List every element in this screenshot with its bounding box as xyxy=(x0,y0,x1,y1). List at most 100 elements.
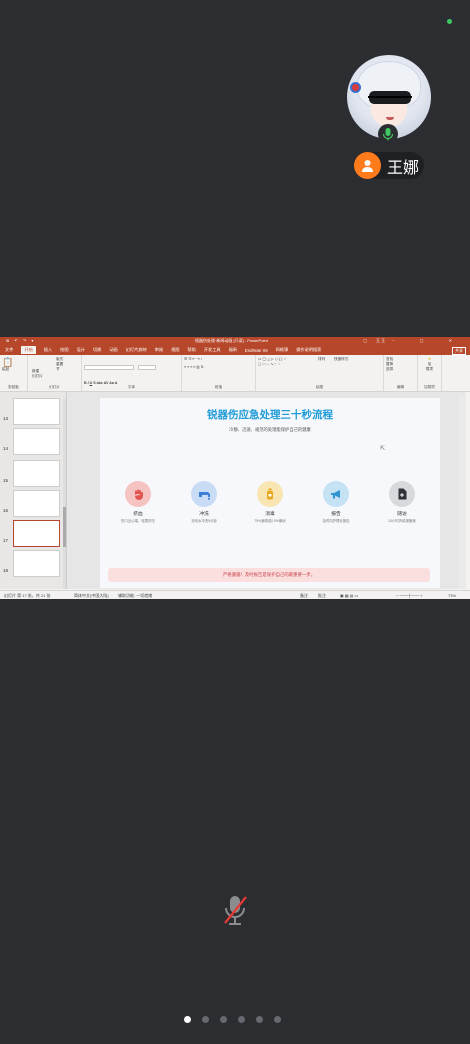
section-button[interactable]: 节 xyxy=(56,367,79,372)
slide-thumbnail[interactable] xyxy=(13,398,60,425)
arrange-button[interactable]: 排列 xyxy=(318,357,325,362)
tab-1[interactable]: 开始 xyxy=(21,346,36,354)
slide-banner: 严格遵循！及时报告是保护自己的最重要一步。 xyxy=(108,568,430,582)
ribbon: 📋 粘贴 剪贴板 版式 重置 节 新建 幻灯片 幻灯片 B I U S abc … xyxy=(0,355,470,392)
slide-thumbnail-pane[interactable]: 13 14 15 16 17 18 xyxy=(0,392,67,589)
list-buttons[interactable]: ☰ ☷ ⇤ ⇥ ↕ xyxy=(184,357,253,362)
tab-4[interactable]: 设计 xyxy=(77,347,85,353)
page-dot[interactable] xyxy=(256,1016,263,1023)
hand-icon xyxy=(125,481,151,507)
thumbnail-number: 13 xyxy=(3,416,9,421)
mouse-cursor-icon: ⇱ xyxy=(380,446,386,452)
slide-thumbnail[interactable] xyxy=(13,490,60,517)
document-icon xyxy=(389,481,415,507)
thumbnail-number: 18 xyxy=(3,568,9,573)
group-addins: ★ 加 载项 加载项 xyxy=(418,355,442,391)
thumbnail-number: 15 xyxy=(3,478,9,483)
thumbnail-number: 16 xyxy=(3,508,9,513)
window-title: 锐器伤处理·新闻动画 [只读] - PowerPoint xyxy=(195,338,268,343)
slide-thumbnail[interactable] xyxy=(13,520,60,547)
step-description: 75%酒精或0.5%碘伏 xyxy=(254,519,286,523)
shapes-gallery-row2[interactable]: ▢ ⬭ ⌒ ↘ ⌐ ♢ xyxy=(258,362,381,367)
participant-name: 王娜 xyxy=(387,159,420,177)
tab-13[interactable]: EndNote X9 xyxy=(245,348,268,353)
comments-button[interactable]: 批注 xyxy=(318,593,326,599)
tab-6[interactable]: 动画 xyxy=(109,347,117,353)
process-step: 报告 及时向护理长报告 xyxy=(306,481,366,523)
tab-12[interactable]: 福昕 xyxy=(229,347,237,353)
ppt-status-bar: 幻灯片 第 17 张，共 21 张 简体中文(中国大陆) 辅助功能: 一切就绪 … xyxy=(0,590,470,599)
process-step: 消毒 75%酒精或0.5%碘伏 xyxy=(240,481,300,523)
user-icon xyxy=(354,152,381,179)
font-family-select[interactable] xyxy=(84,365,134,370)
tab-3[interactable]: 绘图 xyxy=(60,347,68,353)
page-indicator xyxy=(184,1016,281,1023)
step-description: 伤口近心端，轻柔挤压 xyxy=(121,519,155,523)
thumbnail-number: 14 xyxy=(3,446,9,451)
select-button[interactable]: 选择 xyxy=(386,367,415,372)
vertical-scrollbar[interactable] xyxy=(459,395,466,589)
page-dot[interactable] xyxy=(238,1016,245,1023)
faucet-icon xyxy=(191,481,217,507)
process-step: 挤血 伤口近心端，轻柔挤压 xyxy=(108,481,168,523)
group-paragraph: ☰ ☷ ⇤ ⇥ ↕ ≡ ≡ ≡ ≡ ▥ ⇅ 段落 xyxy=(182,355,256,391)
tab-10[interactable]: 帮助 xyxy=(187,347,195,353)
page-dot[interactable] xyxy=(220,1016,227,1023)
process-step: 冲洗流动水冲洗5分钟 xyxy=(174,481,234,523)
slide[interactable]: 锐器伤应急处理三十秒流程 冷静、迅速、规范的处理能保护自己的健康 挤血 伤口近心端… xyxy=(100,398,440,588)
language-status[interactable]: 简体中文(中国大陆) xyxy=(74,593,109,599)
quick-style-button[interactable]: 快速样式 xyxy=(334,357,348,362)
step-description: 及时向护理长报告 xyxy=(322,519,350,523)
tab-2[interactable]: 插入 xyxy=(44,347,52,353)
tab-14[interactable]: 网格课 xyxy=(276,347,289,353)
share-button[interactable]: 共享 xyxy=(452,347,466,355)
mic-muted-icon[interactable] xyxy=(221,893,249,927)
paste-button[interactable]: 粘贴 xyxy=(2,367,25,372)
online-status-dot xyxy=(447,19,452,24)
step-description: 流动水冲洗5分钟 xyxy=(191,519,217,523)
group-editing: 查找 替换 选择 编辑 xyxy=(384,355,418,391)
slide-thumbnail[interactable] xyxy=(13,460,60,487)
addin-button[interactable]: 加 载项 xyxy=(420,362,439,372)
process-step: 随访 24小时内填报备案 xyxy=(372,481,432,523)
shared-screen[interactable]: ⊞ ↶ ↷ ▾ 锐器伤处理·新闻动画 [只读] - PowerPoint 王 王… xyxy=(0,337,470,599)
bottle-icon xyxy=(257,481,283,507)
slide-thumbnail[interactable] xyxy=(13,428,60,455)
accessibility-status[interactable]: 辅助功能: 一切就绪 xyxy=(118,593,152,599)
tab-7[interactable]: 幻灯片放映 xyxy=(126,347,147,353)
new-slide-button[interactable]: 新建 幻灯片 xyxy=(32,369,43,379)
view-buttons[interactable]: ▣ ▦ ▤ ▭ xyxy=(340,593,358,598)
thumbnail-number: 17 xyxy=(3,538,9,543)
zoom-level[interactable]: 73% xyxy=(448,593,456,598)
ppt-title-bar: ⊞ ↶ ↷ ▾ 锐器伤处理·新闻动画 [只读] - PowerPoint 王 王… xyxy=(0,337,470,345)
mic-speaking-icon xyxy=(378,124,398,144)
quick-access-toolbar[interactable]: ⊞ ↶ ↷ ▾ xyxy=(6,338,35,343)
slide-canvas[interactable]: 锐器伤应急处理三十秒流程 冷静、迅速、规范的处理能保护自己的健康 挤血 伤口近心端… xyxy=(67,392,465,589)
notes-button[interactable]: 备注 xyxy=(300,593,308,599)
slide-info: 幻灯片 第 17 张，共 21 张 xyxy=(4,593,51,598)
page-dot[interactable] xyxy=(274,1016,281,1023)
step-title: 随访 xyxy=(397,512,407,517)
group-drawing: ▭ ◯ △ ▷ ⬡ { } ☆ ▢ ⬭ ⌒ ↘ ⌐ ♢ 排列 快速样式 绘图 xyxy=(256,355,384,391)
align-buttons[interactable]: ≡ ≡ ≡ ≡ ▥ ⇅ xyxy=(184,365,253,370)
slide-thumbnail[interactable] xyxy=(13,550,60,577)
ribbon-tabs: 文件 开始 插入 绘图 设计 切换 动画 幻灯片放映 审阅 视图 帮助 开发工具 福昕 EndNote X… xyxy=(0,345,470,355)
window-controls[interactable]: ▢ − ▢ ✕ xyxy=(363,338,464,343)
thumbnail-scrollbar[interactable] xyxy=(63,399,66,589)
tab-5[interactable]: 切换 xyxy=(93,347,101,353)
step-description: 24小时内填报备案 xyxy=(388,519,416,523)
tab-0[interactable]: 文件 xyxy=(5,347,13,353)
page-dot[interactable] xyxy=(184,1016,191,1023)
tab-8[interactable]: 审阅 xyxy=(155,347,163,353)
participant-name-pill: 王娜 xyxy=(354,152,424,179)
zoom-slider[interactable]: − ───┼─── + xyxy=(396,593,423,598)
tab-11[interactable]: 开发工具 xyxy=(204,347,221,353)
paste-icon[interactable]: 📋 xyxy=(2,357,25,367)
step-title: 冲洗 xyxy=(199,512,209,517)
tab-9[interactable]: 视图 xyxy=(171,347,179,353)
slide-title: 锐器伤应急处理三十秒流程 xyxy=(207,409,333,421)
page-dot[interactable] xyxy=(202,1016,209,1023)
tab-15[interactable]: 操作说明搜索 xyxy=(296,347,321,353)
font-size-select[interactable] xyxy=(138,365,157,370)
slide-subtitle: 冷静、迅速、规范的处理能保护自己的健康 xyxy=(229,427,311,432)
